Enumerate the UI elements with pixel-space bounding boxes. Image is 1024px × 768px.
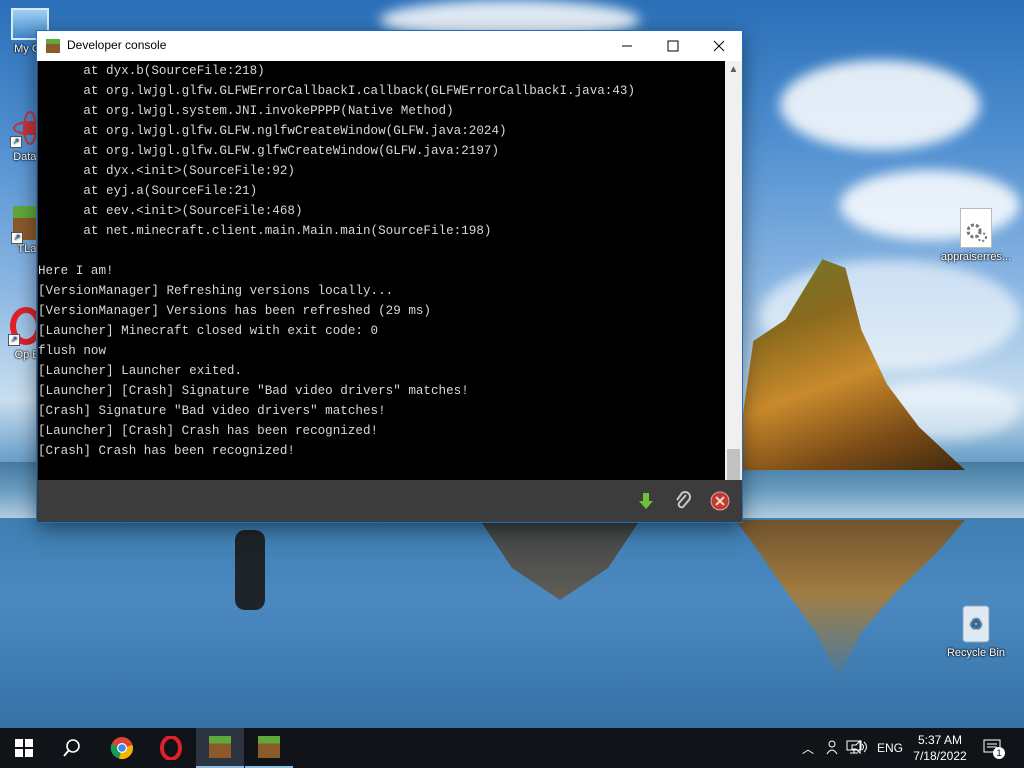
desktop-icon-appraiserres[interactable]: appraiserres... xyxy=(936,208,1016,263)
console-line: [Launcher] [Crash] Crash has been recogn… xyxy=(38,424,379,438)
console-output[interactable]: at dyx.b(SourceFile:218) at org.lwjgl.gl… xyxy=(38,61,725,510)
person-tray-icon[interactable] xyxy=(826,739,840,760)
clock[interactable]: 5:37 AM 7/18/2022 xyxy=(910,732,970,764)
language-indicator[interactable]: ENG xyxy=(877,741,903,755)
console-line: at net.minecraft.client.main.Main.main(S… xyxy=(38,224,492,238)
console-line: at dyx.b(SourceFile:218) xyxy=(38,64,265,78)
close-icon xyxy=(713,40,725,52)
search-button[interactable] xyxy=(48,728,96,768)
console-line: at org.lwjgl.glfw.GLFWErrorCallbackI.cal… xyxy=(38,84,636,98)
opera-icon xyxy=(160,736,182,760)
console-line: [Launcher] [Crash] Signature "Bad video … xyxy=(38,384,469,398)
minecraft-launcher-icon xyxy=(209,736,231,758)
minecraft-icon xyxy=(258,736,280,758)
scroll-up-arrow-icon[interactable]: ▲ xyxy=(725,61,742,78)
speaker-icon[interactable] xyxy=(851,739,869,759)
svg-text:♻: ♻ xyxy=(970,616,983,632)
close-console-button[interactable] xyxy=(709,490,731,512)
console-line: [Launcher] Launcher exited. xyxy=(38,364,243,378)
console-line: at dyx.<init>(SourceFile:92) xyxy=(38,164,295,178)
attachment-icon xyxy=(676,491,691,509)
developer-console-window[interactable]: Developer console at dyx.b(SourceFile:21… xyxy=(37,31,742,522)
close-circle-icon xyxy=(710,491,730,511)
console-line: Here I am! xyxy=(38,264,114,278)
console-line: [Crash] Signature "Bad video drivers" ma… xyxy=(38,404,386,418)
minecraft-app-icon xyxy=(46,39,60,53)
download-icon xyxy=(639,493,653,509)
clock-time: 5:37 AM xyxy=(917,733,963,747)
console-line: [Launcher] Minecraft closed with exit co… xyxy=(38,324,379,338)
island-reflection xyxy=(735,520,965,677)
shortcut-arrow-icon: ↗ xyxy=(8,334,20,346)
console-line: at eev.<init>(SourceFile:468) xyxy=(38,204,303,218)
maximize-button[interactable] xyxy=(650,31,696,61)
close-button[interactable] xyxy=(696,31,742,61)
search-icon xyxy=(63,739,80,757)
console-line: [Crash] Crash has been recognized! xyxy=(38,444,295,458)
opera-icon: ↗ xyxy=(2,306,42,346)
console-line: flush now xyxy=(38,344,107,358)
settings-file-icon xyxy=(960,208,992,248)
console-footer-toolbar xyxy=(37,480,742,522)
chevron-up-icon: ︿ xyxy=(802,742,815,756)
shortcut-arrow-icon: ↗ xyxy=(10,136,22,148)
download-log-button[interactable] xyxy=(635,490,657,512)
clock-date: 7/18/2022 xyxy=(913,749,967,763)
start-button[interactable] xyxy=(0,728,48,768)
chrome-icon xyxy=(110,737,133,759)
rock-reflection xyxy=(480,520,640,600)
console-line: at eyj.a(SourceFile:21) xyxy=(38,184,258,198)
cloud xyxy=(780,60,980,150)
window-title: Developer console xyxy=(67,38,167,52)
console-lines: at dyx.b(SourceFile:218) at org.lwjgl.gl… xyxy=(38,61,725,461)
recycle-bin-icon: ♻ xyxy=(959,602,993,644)
taskbar-minecraft-launcher[interactable] xyxy=(196,728,244,768)
shortcut-arrow-icon: ↗ xyxy=(11,232,23,244)
windows-start-icon xyxy=(15,739,33,757)
desktop-icon-label: Recycle Bin xyxy=(946,647,1006,659)
console-line: [VersionManager] Refreshing versions loc… xyxy=(38,284,394,298)
maximize-icon xyxy=(667,40,679,52)
desktop-icon-recycle-bin[interactable]: ♻ Recycle Bin xyxy=(936,602,1016,659)
taskbar-chrome[interactable] xyxy=(98,728,146,768)
console-line: at org.lwjgl.glfw.GLFW.nglfwCreateWindow… xyxy=(38,124,507,138)
action-center-button[interactable]: 1 xyxy=(983,739,1005,759)
minimize-icon xyxy=(622,45,632,47)
minimize-button[interactable] xyxy=(604,31,650,61)
vertical-scrollbar[interactable]: ▲ ▼ xyxy=(725,61,742,510)
show-hidden-icons-button[interactable]: ︿ xyxy=(802,740,814,757)
taskbar-minecraft[interactable] xyxy=(245,728,293,768)
notification-count-badge: 1 xyxy=(993,747,1005,759)
person-reflection xyxy=(235,530,265,610)
taskbar-opera[interactable] xyxy=(147,728,195,768)
console-line: [VersionManager] Versions has been refre… xyxy=(38,304,431,318)
attach-log-button[interactable] xyxy=(672,490,694,512)
window-titlebar[interactable]: Developer console xyxy=(37,31,742,61)
console-line: at org.lwjgl.system.JNI.invokePPPP(Nativ… xyxy=(38,104,454,118)
taskbar: ︿ ENG 5:37 AM 7/18/2022 1 xyxy=(0,728,1024,768)
console-line: at org.lwjgl.glfw.GLFW.glfwCreateWindow(… xyxy=(38,144,500,158)
desktop-icon-label: appraiserres... xyxy=(940,251,1012,263)
